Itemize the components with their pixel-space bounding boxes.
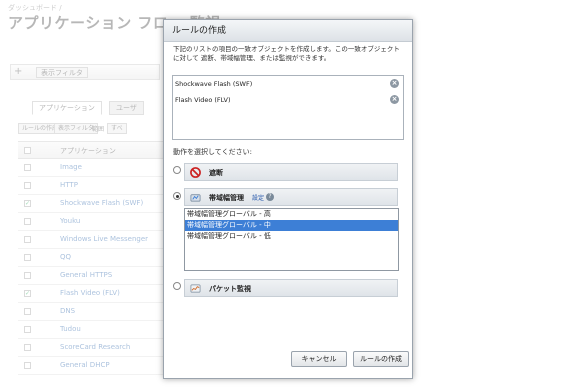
table-row[interactable]: Youku [18,213,163,231]
list-item: Flash Video (FLV) × [173,92,403,108]
remove-icon[interactable]: × [390,95,399,104]
monitor-radio[interactable] [173,282,181,290]
block-section[interactable]: 遮断 [184,163,398,181]
grid-header: アプリケーション [18,141,163,159]
row-checkbox[interactable] [24,254,31,261]
row-checkbox[interactable]: ✓ [24,290,31,297]
view-filter-button[interactable]: 表示フィルタ [36,67,88,78]
bandwidth-settings-link[interactable]: 設定 [252,193,264,202]
bandwidth-option-medium[interactable]: 帯域幅管理グローバル - 中 [185,220,398,231]
help-icon[interactable]: ? [266,193,274,201]
packet-monitor-icon [190,284,201,293]
column-header-application[interactable]: アプリケーション [60,146,116,156]
tab-strip: アプリケーション ユーザ [32,95,146,115]
action-prompt: 動作を選択してください: [173,148,252,156]
object-name: Shockwave Flash (SWF) [175,80,253,88]
bandwidth-radio[interactable] [173,192,181,200]
object-list: Shockwave Flash (SWF) × Flash Video (FLV… [172,75,404,140]
scope-label: 範囲 [92,126,105,133]
filter-bar: + 表示フィルタ [10,64,160,80]
row-checkbox[interactable] [24,344,31,351]
table-row[interactable]: Windows Live Messenger [18,231,163,249]
table-row[interactable]: Tudou [18,321,163,339]
application-grid: アプリケーション Image HTTP ✓ Shockwave Flash (SWF)… [18,141,163,375]
application-name[interactable]: Flash Video (FLV) [60,289,120,297]
create-rule-dialog: ルールの作成 下記のリストの項目の一致オブジェクトを作成します。この一致オブジェ… [163,19,413,379]
bandwidth-option-high[interactable]: 帯域幅管理グローバル - 高 [185,209,398,220]
bandwidth-option-low[interactable]: 帯域幅管理グローバル - 低 [185,231,398,242]
bandwidth-icon [190,194,201,202]
list-item: Shockwave Flash (SWF) × [173,76,403,92]
application-name[interactable]: DNS [60,307,75,315]
add-filter-icon[interactable]: + [14,66,22,77]
block-label: 遮断 [209,169,223,177]
row-checkbox[interactable] [24,326,31,333]
remove-icon[interactable]: × [390,79,399,88]
application-name[interactable]: Youku [60,217,80,225]
row-checkbox[interactable] [24,272,31,279]
grid-toolbar: ルールの作成 表示フィルタ 範囲 すべ [18,121,163,135]
application-name[interactable]: Shockwave Flash (SWF) [60,199,143,207]
application-name[interactable]: Windows Live Messenger [60,235,148,243]
application-name[interactable]: HTTP [60,181,78,189]
tab-applications[interactable]: アプリケーション [32,101,102,115]
dialog-description: 下記のリストの項目の一致オブジェクトを作成します。この一致オブジェクトに対して … [173,45,400,62]
bandwidth-section[interactable]: 帯域幅管理 設定 ? [184,188,398,206]
scope-select[interactable]: すべ [107,123,127,134]
object-name: Flash Video (FLV) [175,96,231,104]
table-row[interactable]: HTTP [18,177,163,195]
row-checkbox[interactable]: ✓ [24,200,31,207]
bandwidth-label: 帯域幅管理 [209,194,244,202]
table-row[interactable]: QQ [18,249,163,267]
row-checkbox[interactable] [24,182,31,189]
bandwidth-profile-list[interactable]: 帯域幅管理グローバル - 高 帯域幅管理グローバル - 中 帯域幅管理グローバル… [184,208,399,271]
application-name[interactable]: General DHCP [60,361,110,369]
table-row[interactable]: General DHCP [18,357,163,375]
application-name[interactable]: ScoreCard Research [60,343,130,351]
table-row[interactable]: ScoreCard Research [18,339,163,357]
create-rule-button[interactable]: ルールの作成 [353,351,409,367]
table-row[interactable]: ✓ Shockwave Flash (SWF) [18,195,163,213]
monitor-label: パケット監視 [209,285,251,293]
row-checkbox[interactable] [24,218,31,225]
application-name[interactable]: General HTTPS [60,271,112,279]
table-row[interactable]: Image [18,159,163,177]
block-radio[interactable] [173,166,181,174]
table-row[interactable]: General HTTPS [18,267,163,285]
row-checkbox[interactable] [24,236,31,243]
table-row[interactable]: ✓ Flash Video (FLV) [18,285,163,303]
application-name[interactable]: Tudou [60,325,81,333]
row-checkbox[interactable] [24,308,31,315]
row-checkbox[interactable] [24,362,31,369]
tab-users[interactable]: ユーザ [108,101,144,115]
application-name[interactable]: QQ [60,253,71,261]
table-row[interactable]: DNS [18,303,163,321]
dialog-title[interactable]: ルールの作成 [164,20,412,42]
application-name[interactable]: Image [60,163,82,171]
cancel-button[interactable]: キャンセル [291,351,347,367]
row-checkbox[interactable] [24,164,31,171]
monitor-section[interactable]: パケット監視 [184,279,398,297]
select-all-checkbox[interactable] [24,147,31,154]
block-icon [190,167,201,178]
